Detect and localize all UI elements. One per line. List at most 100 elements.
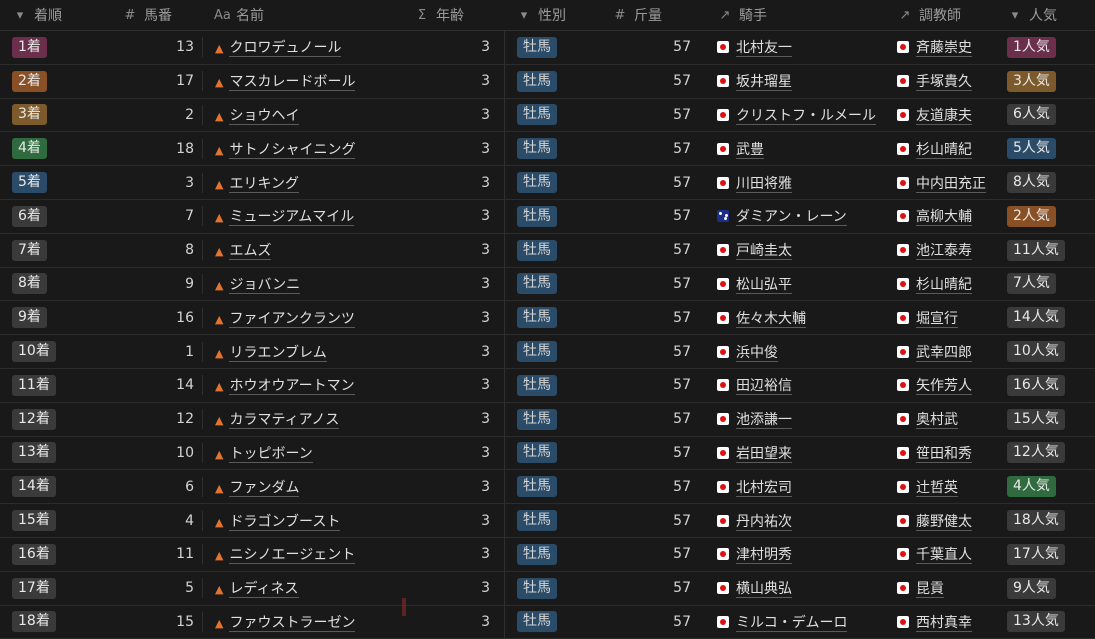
rank-cell[interactable]: 7着	[0, 239, 110, 261]
jockey-cell[interactable]: 浜中俊	[705, 342, 885, 362]
weight-cell[interactable]: 57	[600, 580, 705, 596]
sex-cell[interactable]: 牡馬	[504, 31, 600, 64]
sex-cell[interactable]: 牡馬	[504, 301, 600, 335]
sex-cell[interactable]: 牡馬	[504, 571, 600, 605]
rank-cell[interactable]: 16着	[0, 543, 110, 565]
table-row[interactable]: 14着 6 ▲ ファンダム 3 牡馬 57 北村宏司 辻哲英 4人気	[0, 470, 1095, 505]
jockey-cell[interactable]: 丹内祐次	[705, 511, 885, 531]
jockey-cell[interactable]: 池添謙一	[705, 409, 885, 430]
trainer-link[interactable]: 矢作芳人	[916, 378, 972, 396]
name-cell[interactable]: ▲ ショウヘイ	[202, 104, 402, 125]
trainer-cell[interactable]: 奥村武	[885, 409, 995, 430]
trainer-cell[interactable]: 千葉直人	[885, 544, 995, 565]
name-cell[interactable]: ▲ マスカレードボール	[202, 71, 402, 92]
weight-cell[interactable]: 57	[600, 614, 705, 630]
jockey-link[interactable]: 池添謙一	[736, 412, 792, 430]
umaban-cell[interactable]: 4	[110, 513, 202, 529]
popularity-cell[interactable]: 17人気	[995, 543, 1095, 565]
sex-cell[interactable]: 牡馬	[504, 98, 600, 132]
jockey-link[interactable]: クリストフ・ルメール	[736, 107, 876, 125]
trainer-link[interactable]: 藤野健太	[916, 513, 972, 531]
popularity-cell[interactable]: 8人気	[995, 172, 1095, 194]
sex-cell[interactable]: 牡馬	[504, 132, 600, 166]
sex-cell[interactable]: 牡馬	[504, 267, 600, 301]
table-row[interactable]: 12着 12 ▲ カラマティアノス 3 牡馬 57 池添謙一 奥村武 15人気	[0, 402, 1095, 437]
header-jockey[interactable]: ↗ 騎手	[705, 5, 885, 25]
name-cell[interactable]: ▲ ジョバンニ	[202, 273, 402, 294]
rank-cell[interactable]: 18着	[0, 611, 110, 633]
trainer-cell[interactable]: 中内田充正	[885, 173, 995, 193]
horse-name-link[interactable]: ファンダム	[229, 479, 300, 497]
trainer-link[interactable]: 堀宣行	[916, 310, 958, 328]
weight-cell[interactable]: 57	[600, 242, 705, 258]
table-row[interactable]: 10着 1 ▲ リラエンブレム 3 牡馬 57 浜中俊 武幸四郎 10人気	[0, 335, 1095, 369]
table-row[interactable]: 6着 7 ▲ ミュージアムマイル 3 牡馬 57 ダミアン・レーン 高柳大輔 2人気	[0, 199, 1095, 234]
popularity-cell[interactable]: 6人気	[995, 104, 1095, 126]
trainer-cell[interactable]: 笹田和秀	[885, 443, 995, 463]
umaban-cell[interactable]: 11	[110, 546, 202, 562]
rank-cell[interactable]: 3着	[0, 104, 110, 126]
trainer-cell[interactable]: 藤野健太	[885, 511, 995, 531]
trainer-cell[interactable]: 辻哲英	[885, 477, 995, 497]
trainer-link[interactable]: 笹田和秀	[916, 445, 972, 463]
name-cell[interactable]: ▲ ホウオウアートマン	[202, 375, 402, 396]
jockey-link[interactable]: 津村明秀	[736, 547, 792, 565]
table-row[interactable]: 2着 17 ▲ マスカレードボール 3 牡馬 57 坂井瑠星 手塚貴久 3人気	[0, 64, 1095, 99]
table-row[interactable]: 16着 11 ▲ ニシノエージェント 3 牡馬 57 津村明秀 千葉直人 17人気	[0, 537, 1095, 572]
header-trainer[interactable]: ↗ 調教師	[885, 5, 995, 25]
header-weight[interactable]: # 斤量	[600, 5, 705, 25]
name-cell[interactable]: ▲ カラマティアノス	[202, 409, 402, 430]
table-row[interactable]: 3着 2 ▲ ショウヘイ 3 牡馬 57 クリストフ・ルメール 友道康夫 6人気	[0, 98, 1095, 133]
trainer-cell[interactable]: 武幸四郎	[885, 342, 995, 362]
rank-cell[interactable]: 11着	[0, 374, 110, 396]
sex-cell[interactable]: 牡馬	[504, 537, 600, 571]
table-row[interactable]: 11着 14 ▲ ホウオウアートマン 3 牡馬 57 田辺裕信 矢作芳人 16人気	[0, 368, 1095, 403]
weight-cell[interactable]: 57	[600, 445, 705, 461]
table-row[interactable]: 8着 9 ▲ ジョバンニ 3 牡馬 57 松山弘平 杉山晴紀 7人気	[0, 267, 1095, 302]
jockey-link[interactable]: 丹内祐次	[736, 513, 792, 531]
table-row[interactable]: 15着 4 ▲ ドラゴンブースト 3 牡馬 57 丹内祐次 藤野健太 18人気	[0, 504, 1095, 538]
name-cell[interactable]: ▲ ファイアンクランツ	[202, 307, 402, 328]
trainer-link[interactable]: 辻哲英	[916, 479, 958, 497]
name-cell[interactable]: ▲ リラエンブレム	[202, 341, 402, 362]
resize-handle[interactable]	[402, 598, 406, 616]
horse-name-link[interactable]: ミュージアムマイル	[229, 209, 355, 227]
jockey-cell[interactable]: 横山典弘	[705, 578, 885, 599]
horse-name-link[interactable]: クロワデュノール	[229, 40, 342, 58]
header-popularity[interactable]: ▾ 人気	[995, 5, 1095, 25]
name-cell[interactable]: ▲ クロワデュノール	[202, 37, 402, 58]
umaban-cell[interactable]: 13	[110, 39, 202, 55]
weight-cell[interactable]: 57	[600, 39, 705, 55]
weight-cell[interactable]: 57	[600, 479, 705, 495]
jockey-link[interactable]: ミルコ・デムーロ	[736, 614, 848, 632]
weight-cell[interactable]: 57	[600, 513, 705, 529]
weight-cell[interactable]: 57	[600, 175, 705, 191]
name-cell[interactable]: ▲ レディネス	[202, 578, 402, 599]
table-row[interactable]: 7着 8 ▲ エムズ 3 牡馬 57 戸崎圭太 池江泰寿 11人気	[0, 233, 1095, 268]
trainer-link[interactable]: 杉山晴紀	[916, 141, 972, 159]
header-chakujun[interactable]: ▾ 着順	[0, 5, 110, 25]
sex-cell[interactable]: 牡馬	[504, 504, 600, 537]
weight-cell[interactable]: 57	[600, 276, 705, 292]
jockey-link[interactable]: 田辺裕信	[736, 378, 792, 396]
trainer-link[interactable]: 昆貢	[916, 581, 944, 599]
trainer-link[interactable]: 杉山晴紀	[916, 276, 972, 294]
sex-cell[interactable]: 牡馬	[504, 402, 600, 436]
rank-cell[interactable]: 10着	[0, 341, 110, 363]
popularity-cell[interactable]: 3人気	[995, 70, 1095, 92]
umaban-cell[interactable]: 12	[110, 411, 202, 427]
weight-cell[interactable]: 57	[600, 546, 705, 562]
rank-cell[interactable]: 4着	[0, 138, 110, 160]
horse-name-link[interactable]: エムズ	[229, 243, 272, 261]
popularity-cell[interactable]: 9人気	[995, 577, 1095, 599]
sex-cell[interactable]: 牡馬	[504, 605, 600, 639]
name-cell[interactable]: ▲ エリキング	[202, 172, 402, 193]
popularity-cell[interactable]: 16人気	[995, 374, 1095, 396]
trainer-link[interactable]: 千葉直人	[916, 547, 972, 565]
umaban-cell[interactable]: 6	[110, 479, 202, 495]
weight-cell[interactable]: 57	[600, 141, 705, 157]
jockey-link[interactable]: 松山弘平	[736, 276, 792, 294]
trainer-cell[interactable]: 高柳大輔	[885, 206, 995, 227]
trainer-link[interactable]: 中内田充正	[916, 175, 986, 193]
horse-name-link[interactable]: ドラゴンブースト	[229, 513, 341, 531]
